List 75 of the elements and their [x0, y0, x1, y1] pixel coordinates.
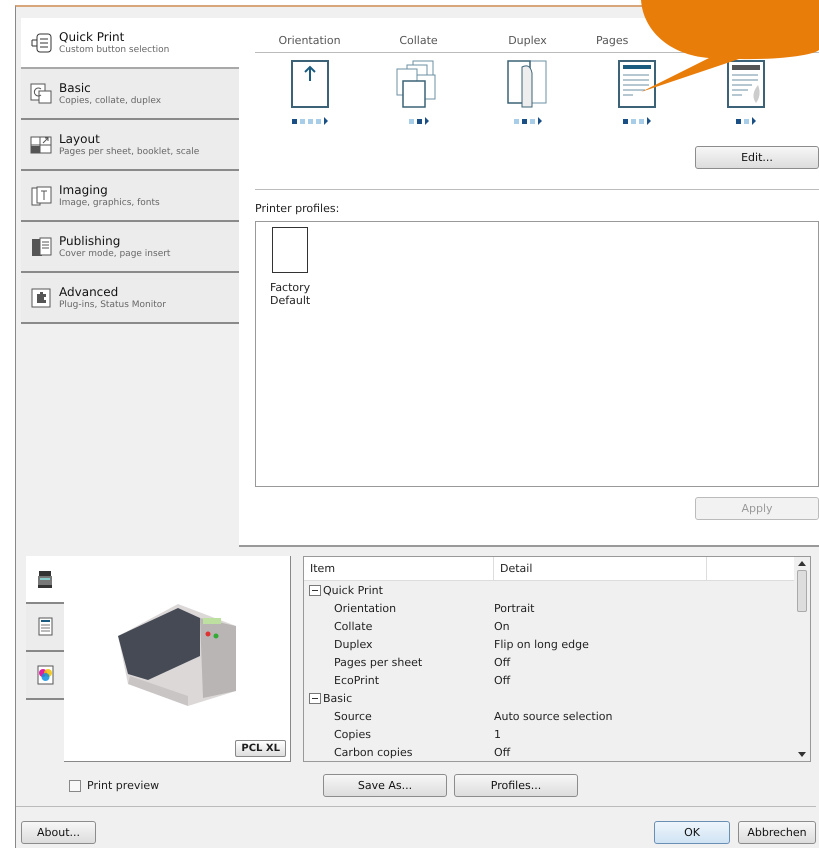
checkbox-label: Print preview	[87, 779, 160, 792]
preview-tab[interactable]	[26, 556, 64, 604]
column-label: Collate	[399, 34, 438, 49]
ok-button[interactable]: OK	[654, 821, 730, 844]
sidebar-tab[interactable]: Basic Copies, collate, duplex	[21, 69, 239, 120]
option-indicator[interactable]	[408, 117, 428, 125]
tab-title: Layout	[59, 132, 101, 146]
tab-subtitle: Pages per sheet, booklet, scale	[59, 146, 200, 158]
tab-subtitle: Cover mode, page insert	[59, 248, 170, 260]
preview-tab[interactable]	[26, 652, 64, 700]
collapse-icon[interactable]	[309, 584, 321, 596]
document-icon	[36, 617, 54, 637]
section-label: Printer profiles:	[255, 202, 340, 215]
table-cell-text: Orientation	[333, 602, 398, 614]
tab-title: Basic	[59, 80, 92, 94]
option-indicator[interactable]	[514, 117, 542, 125]
tab-subtitle: Image, graphics, fonts	[59, 196, 160, 208]
table-cell-text: Pages per sheet	[333, 656, 424, 668]
tab-title: Imaging	[59, 182, 109, 196]
table-cell: Flip on long edge	[494, 638, 589, 650]
group-label: Quick Print	[323, 584, 383, 596]
table-cell: Portrait	[494, 602, 534, 614]
table-cell: 1	[494, 728, 501, 740]
scroll-up-icon	[798, 561, 806, 566]
table-cell: Auto source selection	[494, 710, 613, 722]
imaging-icon	[29, 184, 53, 208]
tab-subtitle: Custom button selection	[59, 44, 170, 56]
option-indicator[interactable]	[622, 117, 650, 125]
color-circles-icon	[36, 665, 54, 685]
table-cell-text: EcoPrint	[333, 674, 380, 686]
collapse-icon[interactable]	[309, 692, 321, 704]
table-cell-text: Copies	[333, 728, 372, 740]
table-cell-text: Carbon copies	[333, 746, 414, 758]
profile-name: Factory Default	[270, 281, 310, 307]
column-label: Orientation	[278, 34, 341, 49]
pdl-badge: PCL XL	[235, 740, 286, 757]
checkbox[interactable]	[69, 780, 81, 792]
tab-title: Publishing	[59, 234, 122, 248]
publishing-icon	[29, 234, 53, 258]
tab-title: Quick Print	[59, 30, 126, 44]
table-cell-text: Collate	[333, 620, 374, 632]
sidebar-tab[interactable]: Quick Print Custom button selection	[21, 18, 239, 69]
cancel-button[interactable]: Abbrechen	[738, 821, 816, 844]
table-cell: Off	[494, 674, 510, 686]
preview-tab[interactable]	[26, 604, 64, 652]
printer-icon	[36, 569, 54, 589]
profile-thumbnail[interactable]	[272, 227, 308, 273]
column-label: Duplex	[508, 34, 547, 49]
puzzle-icon	[29, 286, 53, 310]
option-indicator[interactable]	[292, 117, 328, 125]
sidebar-tab[interactable]: Layout Pages per sheet, booklet, scale	[21, 120, 239, 171]
scroll-down-icon	[798, 752, 806, 757]
edit-button[interactable]: Edit...	[695, 146, 819, 169]
sidebar-tab[interactable]: Imaging Image, graphics, fonts	[21, 171, 239, 222]
table-cell: Off	[494, 746, 510, 758]
table-cell-text: Duplex	[333, 638, 374, 650]
tab-title: Advanced	[59, 284, 120, 298]
column-label: Pages	[595, 34, 628, 49]
scroll-thumb[interactable]	[797, 570, 807, 612]
dialog-button[interactable]: Save As...	[323, 774, 447, 797]
copies-icon	[29, 82, 53, 106]
tab-subtitle: Copies, collate, duplex	[59, 94, 162, 106]
table-cell: On	[494, 620, 510, 632]
about-button[interactable]: About...	[21, 821, 96, 844]
sidebar-tab[interactable]: Advanced Plug-ins, Status Monitor	[21, 273, 239, 324]
column-header[interactable]: Item	[304, 557, 494, 580]
sidebar-tab[interactable]: Publishing Cover mode, page insert	[21, 222, 239, 273]
table-cell: Off	[494, 656, 510, 668]
column-header[interactable]: Detail	[494, 557, 707, 580]
table-cell-text: Source	[333, 710, 373, 722]
group-label: Basic	[323, 692, 352, 704]
option-indicator[interactable]	[736, 117, 756, 125]
quick-print-icon	[29, 30, 53, 54]
tab-subtitle: Plug-ins, Status Monitor	[59, 298, 166, 310]
dialog-button[interactable]: Profiles...	[454, 774, 578, 797]
